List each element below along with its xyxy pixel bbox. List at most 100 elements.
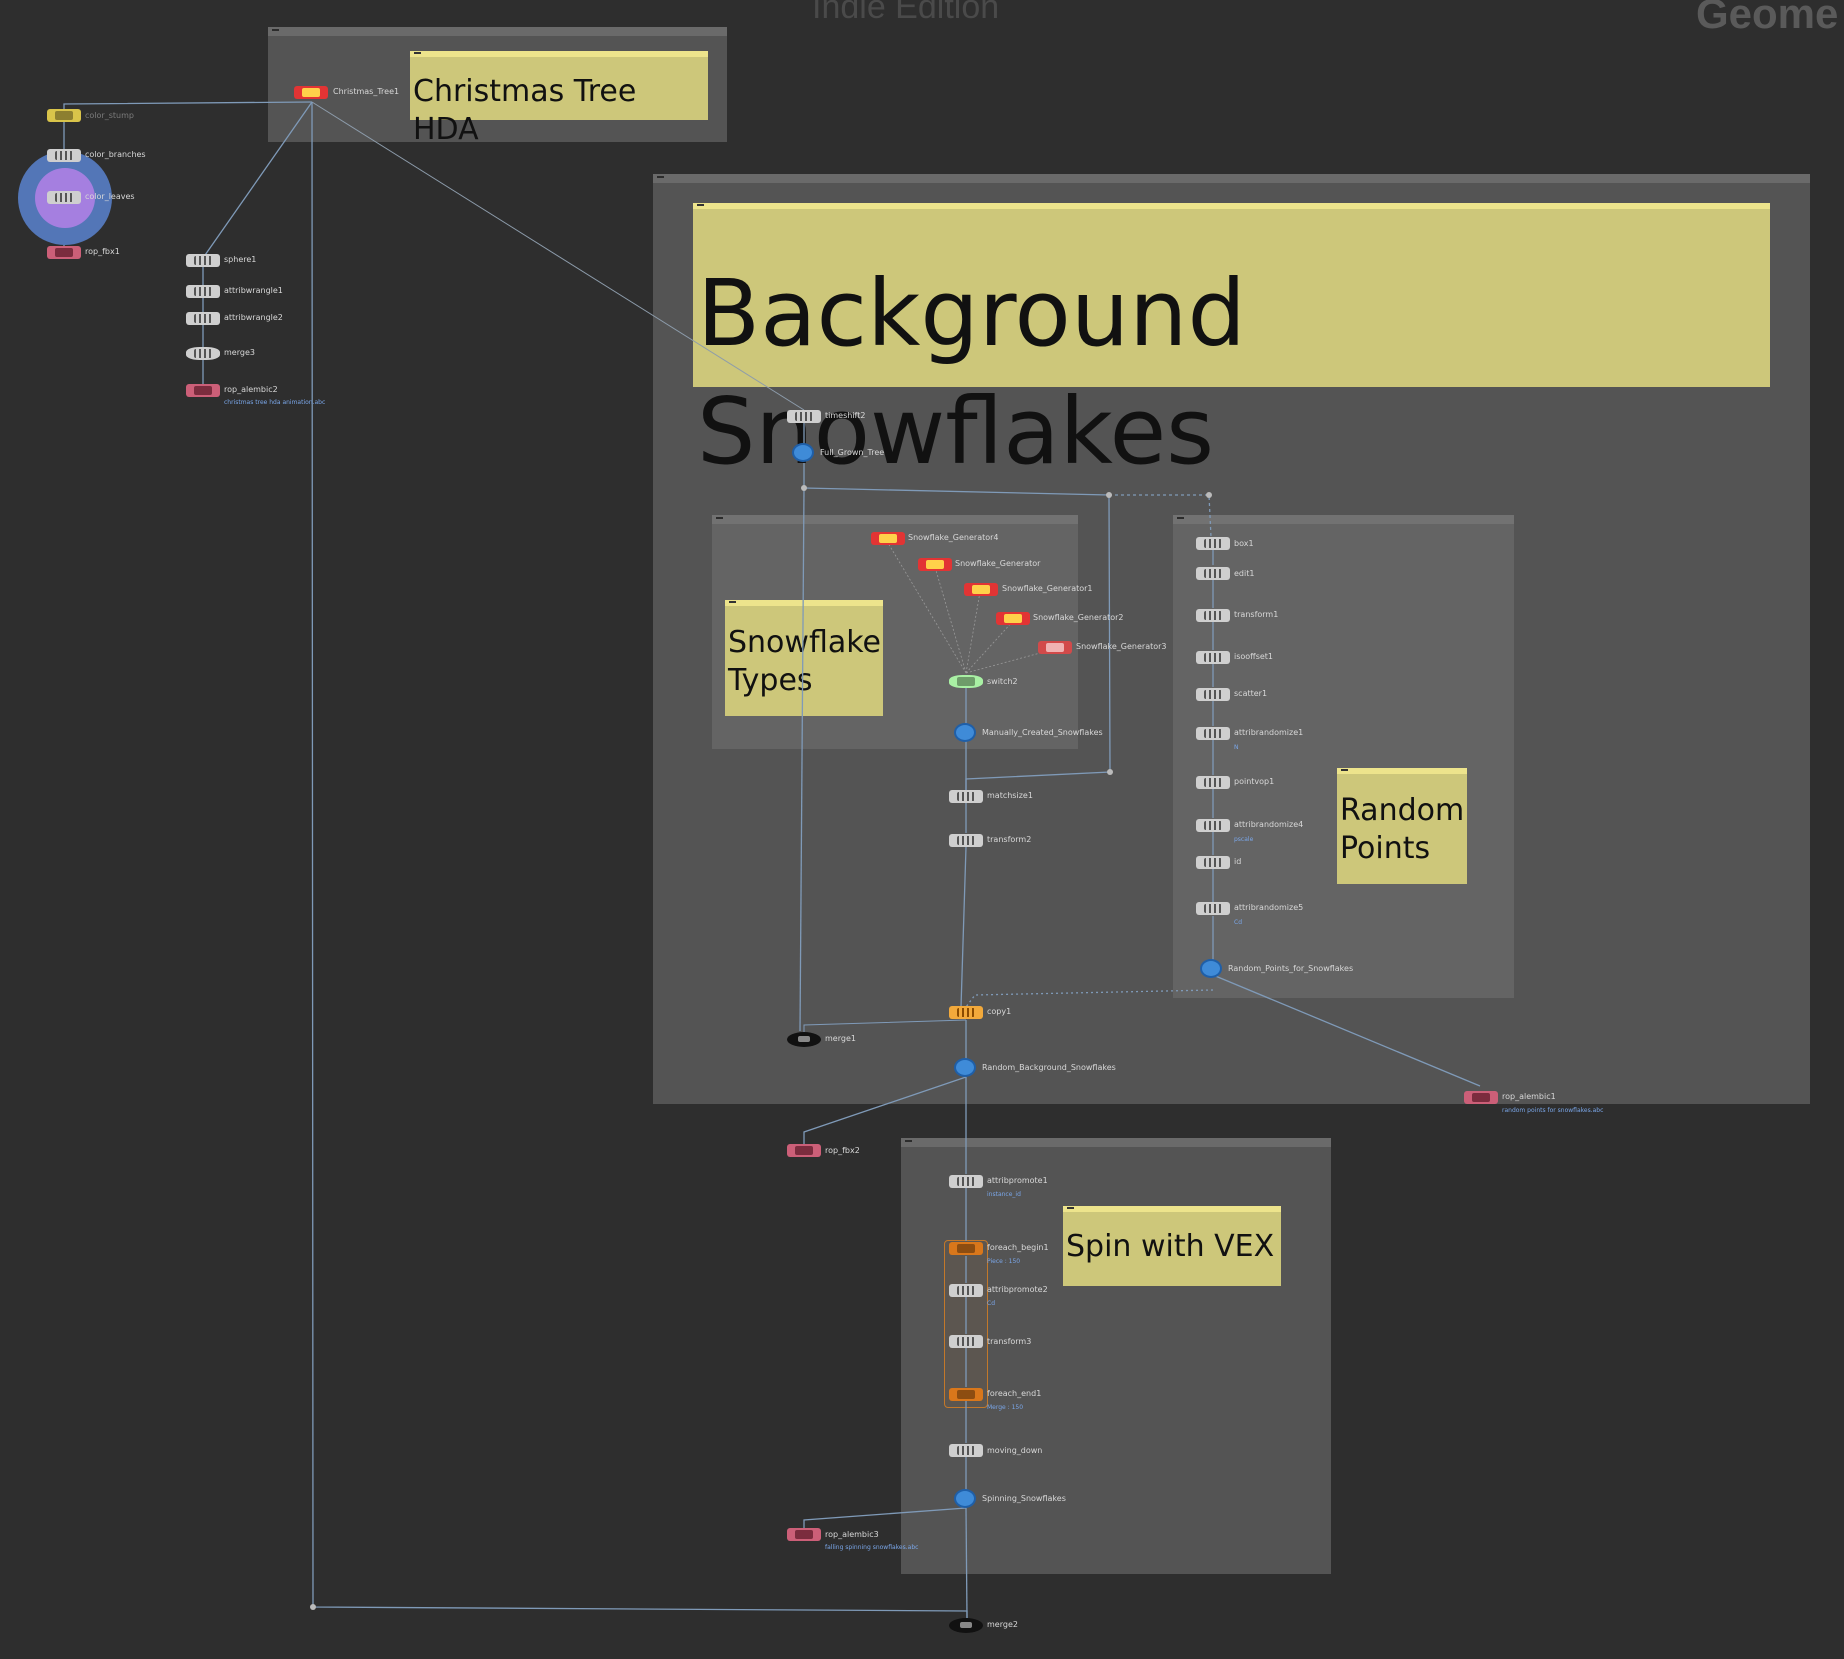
node-label: Random_Background_Snowflakes <box>982 1063 1116 1072</box>
node-id[interactable] <box>1196 856 1230 869</box>
rop-icon <box>795 1530 813 1539</box>
node-label: transform3 <box>987 1337 1032 1346</box>
wire-dot[interactable] <box>1107 769 1113 775</box>
node-label: attribwrangle2 <box>224 313 283 322</box>
node-rop-alembic3[interactable] <box>787 1528 821 1541</box>
null-icon <box>956 725 974 740</box>
node-attribrandomize4[interactable] <box>1196 819 1230 832</box>
foreach-icon <box>957 1244 975 1253</box>
node-transform3[interactable] <box>949 1335 983 1348</box>
node-timeshift2[interactable] <box>787 410 821 423</box>
transform-icon <box>957 1337 975 1346</box>
node-attribpromote1[interactable] <box>949 1175 983 1188</box>
node-scatter1[interactable] <box>1196 688 1230 701</box>
wire-dot[interactable] <box>801 485 807 491</box>
hda-icon <box>1046 643 1064 652</box>
node-rop-alembic2[interactable] <box>186 384 220 397</box>
hda-icon <box>879 534 897 543</box>
node-rop-alembic1[interactable] <box>1464 1091 1498 1104</box>
node-merge3[interactable] <box>186 347 220 360</box>
node-color-stump[interactable] <box>47 109 81 122</box>
node-foreach-begin1[interactable] <box>949 1242 983 1255</box>
node-attribrandomize1[interactable] <box>1196 727 1230 740</box>
node-label: color_leaves <box>85 192 135 201</box>
node-label: attribrandomize5 <box>1234 903 1304 912</box>
node-foreach-end1[interactable] <box>949 1388 983 1401</box>
promote-icon <box>957 1177 975 1186</box>
hda-icon <box>302 88 320 97</box>
node-rop-fbx2[interactable] <box>787 1144 821 1157</box>
node-output-path: christmas tree hda animation.abc <box>224 399 326 406</box>
node-merge2[interactable] <box>949 1618 983 1633</box>
merge-icon <box>960 1622 972 1628</box>
node-snowflake-generator2[interactable] <box>996 612 1030 625</box>
node-snowflake-generator1[interactable] <box>964 583 998 596</box>
switch-icon <box>957 677 975 686</box>
node-manually-created-snowflakes[interactable] <box>953 724 979 742</box>
node-sphere1[interactable] <box>186 254 220 267</box>
wires-layer <box>63 101 1481 1619</box>
node-attribrandomize5[interactable] <box>1196 902 1230 915</box>
node-attribwrangle1[interactable] <box>186 285 220 298</box>
hda-icon <box>1004 614 1022 623</box>
randomize-icon <box>1204 821 1222 830</box>
node-label: Snowflake_Generator3 <box>1076 642 1167 651</box>
node-transform2[interactable] <box>949 834 983 847</box>
node-snowflake-generator3[interactable] <box>1038 641 1072 654</box>
node-full-grown-tree[interactable] <box>791 444 817 462</box>
node-snowflake-generator4[interactable] <box>871 532 905 545</box>
node-transform1[interactable] <box>1196 609 1230 622</box>
node-moving-down[interactable] <box>949 1444 983 1457</box>
node-attribwrangle2[interactable] <box>186 312 220 325</box>
wire-dot[interactable] <box>1206 492 1212 498</box>
node-merge1[interactable] <box>787 1032 821 1047</box>
null-icon <box>1202 961 1220 976</box>
node-attribpromote2[interactable] <box>949 1284 983 1297</box>
node-copy1[interactable] <box>949 1006 983 1019</box>
node-color-leaves[interactable] <box>47 191 81 204</box>
node-attribute-name: pscale <box>1234 836 1254 843</box>
node-pointvop1[interactable] <box>1196 776 1230 789</box>
node-label: rop_alembic1 <box>1502 1092 1556 1101</box>
rop-icon <box>1472 1093 1490 1102</box>
wrangle-icon <box>194 287 212 296</box>
transform-icon <box>957 836 975 845</box>
node-label: rop_fbx1 <box>85 247 120 256</box>
box-icon <box>1204 539 1222 548</box>
node-output-path: falling spinning snowflakes.abc <box>825 1544 919 1551</box>
wire-dot[interactable] <box>1106 492 1112 498</box>
node-label: Full_Grown_Tree <box>820 448 885 457</box>
node-random-background-snowflakes[interactable] <box>953 1059 979 1077</box>
node-label: timeshift2 <box>825 411 866 420</box>
wire-dot[interactable] <box>310 1604 316 1610</box>
node-label: Random_Points_for_Snowflakes <box>1228 964 1354 973</box>
node-box1[interactable] <box>1196 537 1230 550</box>
node-matchsize1[interactable] <box>949 790 983 803</box>
node-color-branches[interactable] <box>47 149 81 162</box>
randomize-icon <box>1204 729 1222 738</box>
node-label: isooffset1 <box>1234 652 1274 661</box>
node-rop-fbx1[interactable] <box>47 246 81 259</box>
promote-icon <box>957 1286 975 1295</box>
node-label: rop_alembic3 <box>825 1530 879 1539</box>
node-label: pointvop1 <box>1234 777 1275 786</box>
transform-icon <box>1204 611 1222 620</box>
node-label: edit1 <box>1234 569 1255 578</box>
node-label: attribwrangle1 <box>224 286 283 295</box>
node-christmas-tree1[interactable] <box>294 86 328 99</box>
node-random-points-for-snowflakes[interactable] <box>1199 960 1225 978</box>
node-attribute-name: Cd <box>1234 919 1242 926</box>
network-editor-canvas[interactable]: Indie Edition Geome Christmas Tree HDA B… <box>0 0 1844 1659</box>
node-attribute-name: instance_id <box>987 1191 1021 1198</box>
node-snowflake-generator[interactable] <box>918 558 952 571</box>
color-icon <box>55 111 73 120</box>
node-edit1[interactable] <box>1196 567 1230 580</box>
node-label: foreach_end1 <box>987 1389 1042 1398</box>
node-label: Snowflake_Generator4 <box>908 533 999 542</box>
node-label: Manually_Created_Snowflakes <box>982 728 1103 737</box>
node-label: box1 <box>1234 539 1254 548</box>
node-switch2[interactable] <box>949 675 983 688</box>
node-isooffset1[interactable] <box>1196 651 1230 664</box>
node-foreach-info: Merge : 150 <box>987 1404 1024 1411</box>
node-spinning-snowflakes[interactable] <box>953 1490 979 1508</box>
